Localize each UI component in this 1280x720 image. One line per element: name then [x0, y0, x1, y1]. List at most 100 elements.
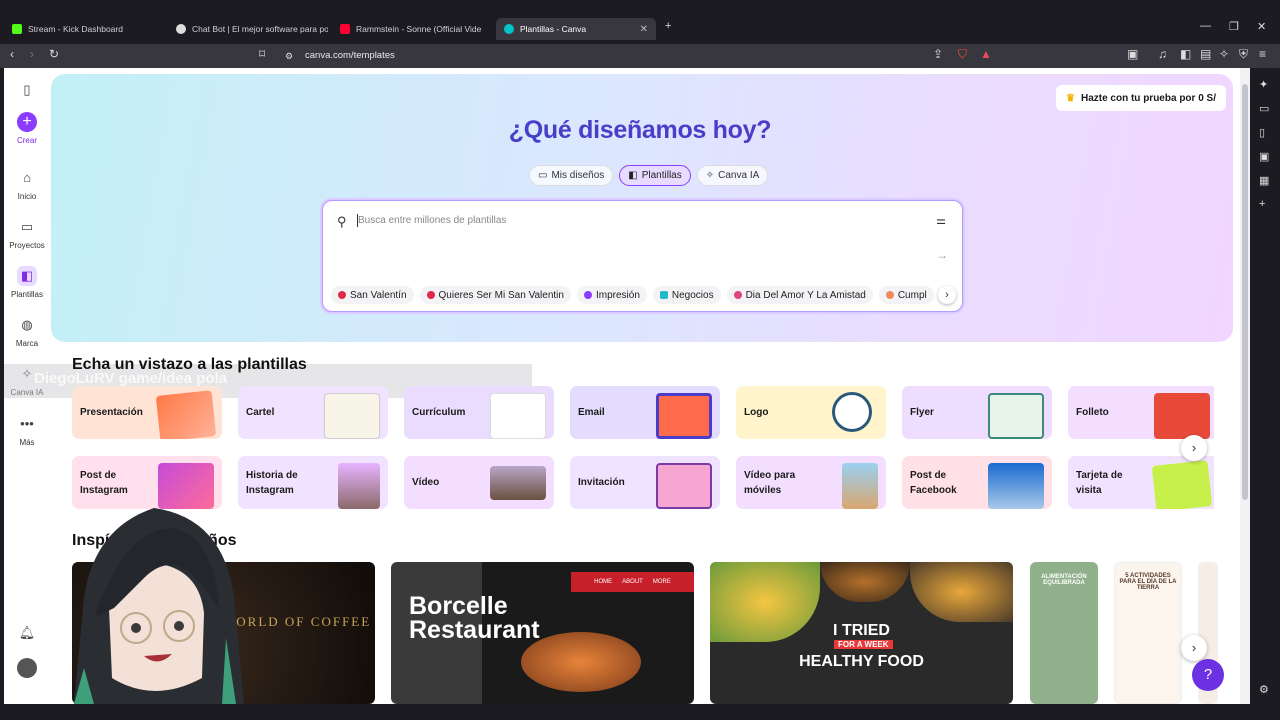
address-bar[interactable]: canva.com/templates: [305, 50, 395, 61]
chip-dia-del-amor[interactable]: Dia Del Amor Y La Amistad: [726, 286, 873, 304]
tab-chatbot[interactable]: Chat Bot | El mejor software para pot: [168, 18, 328, 40]
tab-templates[interactable]: ◧ Plantillas: [619, 165, 691, 186]
nav-label: Inicio: [17, 192, 37, 201]
tab-title: Rammstein - Sonne (Official Vide: [356, 24, 482, 34]
templates-icon: ◧: [628, 170, 638, 181]
category-card[interactable]: Historia de Instagram: [238, 456, 388, 509]
scrollbar-thumb[interactable]: [1242, 84, 1248, 500]
chip-san-valentin[interactable]: San Valentín: [331, 286, 414, 304]
chip-negocios[interactable]: Negocios: [652, 286, 721, 304]
category-card[interactable]: Email: [570, 386, 720, 439]
category-card[interactable]: Vídeo: [404, 456, 554, 509]
inspo-card-restaurant[interactable]: HOME ABOUT MORE Borcelle Restaurant: [391, 562, 694, 704]
news-icon[interactable]: ▦: [1259, 174, 1269, 187]
settings-icon[interactable]: ⚙: [1259, 683, 1269, 696]
category-label: Logo: [744, 407, 769, 418]
tab-canva-ai[interactable]: ✧ Canva IA: [696, 165, 769, 186]
category-card[interactable]: Post de Facebook: [902, 456, 1052, 509]
inspo-card-earth-day[interactable]: 5 ACTIVIDADES PARA EL DÍA DE LA TIERRA: [1114, 562, 1182, 704]
reader-icon[interactable]: ▣: [1127, 47, 1138, 61]
leo-ai-icon[interactable]: ✦: [1259, 78, 1268, 91]
category-card[interactable]: Flyer: [902, 386, 1052, 439]
reading-list-icon[interactable]: ▭: [1259, 102, 1269, 115]
leo-icon[interactable]: ✧: [1219, 47, 1229, 61]
nav-brand[interactable]: ◍ Marca: [4, 315, 50, 348]
chip-impresion[interactable]: Impresión: [576, 286, 647, 304]
print-icon: [583, 291, 592, 299]
chip-quieres-ser[interactable]: Quieres Ser Mi San Valentin: [419, 286, 571, 304]
help-button[interactable]: ?: [1192, 659, 1224, 691]
category-thumb: [155, 390, 217, 439]
category-label: Post de Instagram: [80, 469, 128, 496]
tab-youtube[interactable]: Rammstein - Sonne (Official Vide: [332, 18, 492, 40]
wallet-icon[interactable]: ▤: [1200, 47, 1211, 61]
inspo-card-poster[interactable]: ALIMENTACIÓN EQUILIBRADA: [1030, 562, 1098, 704]
category-card[interactable]: Vídeo para móviles: [736, 456, 886, 509]
folder-icon: ▭: [538, 170, 548, 181]
category-thumb: [158, 463, 214, 509]
filter-icon[interactable]: ⚌: [936, 214, 946, 227]
profile-button[interactable]: [4, 658, 50, 682]
back-icon[interactable]: ‹: [10, 47, 14, 61]
brave-shield-icon[interactable]: ⛉: [958, 47, 967, 62]
sidebar-toggle-icon[interactable]: ◧: [1180, 47, 1191, 61]
pill-label: Plantillas: [641, 170, 682, 181]
new-tab-button[interactable]: +: [665, 20, 671, 32]
categories-next-button[interactable]: ›: [1181, 435, 1207, 461]
trial-button[interactable]: ♛ Hazte con tu prueba por 0 S/: [1056, 85, 1226, 111]
poster-title: ALIMENTACIÓN EQUILIBRADA: [1041, 574, 1087, 586]
tab-kick[interactable]: Stream - Kick Dashboard: [4, 18, 164, 40]
category-card[interactable]: Post de Instagram: [72, 456, 222, 509]
forward-icon[interactable]: ›: [30, 47, 34, 61]
close-window-icon[interactable]: ✕: [1257, 20, 1266, 33]
menu-icon[interactable]: ≡: [1259, 47, 1266, 61]
more-icon: •••: [20, 416, 34, 431]
food-image: [820, 562, 910, 602]
category-card[interactable]: Currículum: [404, 386, 554, 439]
bookmark-icon[interactable]: ⌑: [259, 47, 265, 61]
search-input[interactable]: Busca entre millones de plantillas: [358, 215, 506, 226]
trial-label: Hazte con tu prueba por 0 S/: [1080, 92, 1216, 104]
close-tab-icon[interactable]: ✕: [640, 24, 648, 35]
tab-my-designs[interactable]: ▭ Mis diseños: [529, 165, 614, 186]
category-card[interactable]: Presentación: [72, 386, 222, 439]
section-title-templates: Echa un vistazo a las plantillas: [72, 356, 307, 373]
nav-more[interactable]: ••• Más: [4, 414, 50, 447]
category-label: Cartel: [246, 407, 275, 418]
submit-arrow-icon[interactable]: →: [936, 248, 948, 262]
cake-icon: [885, 291, 894, 299]
browser-sidebar: [1252, 68, 1280, 720]
nav-projects[interactable]: ▭ Proyectos: [4, 217, 50, 250]
category-card[interactable]: Tarjeta de visita: [1068, 456, 1214, 509]
chips-next-button[interactable]: ›: [938, 286, 956, 304]
chart-icon: [659, 291, 668, 299]
bookmarks-panel-icon[interactable]: ▯: [1259, 126, 1265, 139]
music-icon[interactable]: ♫: [1158, 47, 1167, 61]
template-search-box[interactable]: ⚲ Busca entre millones de plantillas ⚌ →…: [322, 200, 963, 312]
category-card[interactable]: Folleto: [1068, 386, 1214, 439]
chip-label: San Valentín: [350, 289, 407, 301]
inspo-card-healthy-food[interactable]: I TRIED FOR A WEEK HEALTHY FOOD: [710, 562, 1013, 704]
share-icon[interactable]: ⇪: [933, 47, 943, 61]
category-card[interactable]: Invitación: [570, 456, 720, 509]
nav-templates[interactable]: ◧ Plantillas: [4, 266, 50, 299]
nav-home[interactable]: ⌂ Inicio: [4, 168, 50, 201]
category-thumb: [1154, 393, 1210, 439]
food-title-3: HEALTHY FOOD: [799, 653, 924, 670]
site-info-icon[interactable]: ⚙: [285, 51, 293, 62]
inspiration-next-button[interactable]: ›: [1181, 635, 1207, 661]
minimize-icon[interactable]: —: [1200, 20, 1211, 32]
notifications-button[interactable]: 🔔︎: [4, 623, 50, 647]
pill-label: Canva IA: [718, 170, 760, 181]
wallet-panel-icon[interactable]: ▣: [1259, 150, 1269, 163]
toggle-panel-button[interactable]: ▯: [4, 80, 50, 104]
category-card[interactable]: Cartel: [238, 386, 388, 439]
restore-icon[interactable]: ❐: [1229, 20, 1239, 33]
category-card[interactable]: Logo: [736, 386, 886, 439]
chip-cumple[interactable]: Cumpl: [878, 286, 934, 304]
vpn-icon[interactable]: ⛨: [1239, 47, 1248, 62]
add-panel-icon[interactable]: +: [1259, 198, 1265, 210]
rewards-icon[interactable]: ▲: [980, 47, 992, 61]
tab-canva[interactable]: Plantillas - Canva ✕: [496, 18, 656, 40]
reload-icon[interactable]: ↻: [49, 47, 59, 61]
